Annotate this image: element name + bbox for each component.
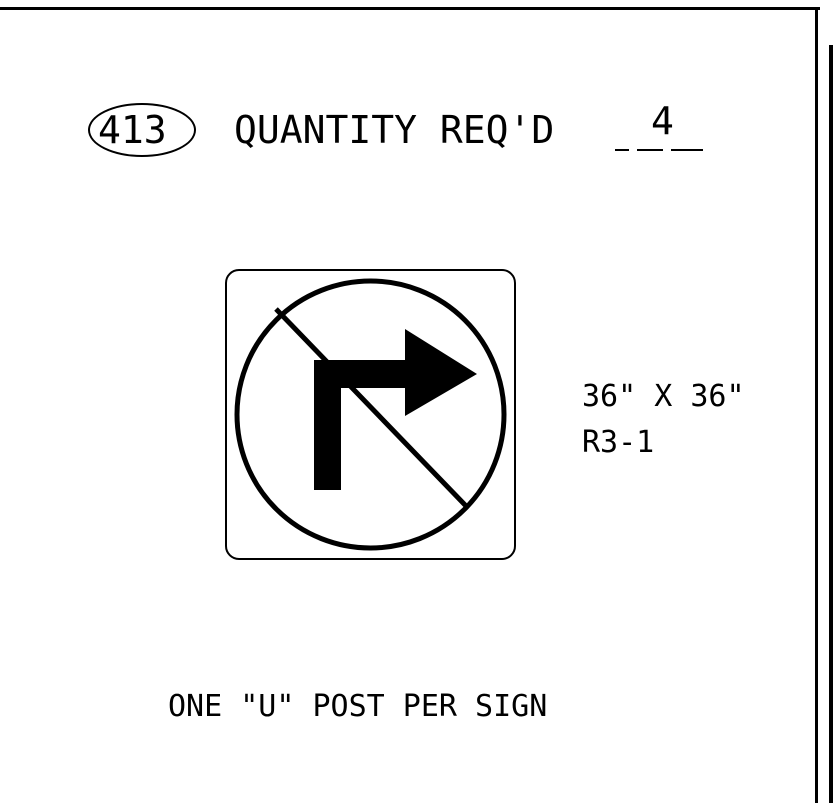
- right-border-line: [815, 7, 818, 803]
- sign-detail-sheet: 413 QUANTITY REQ'D 4 36" X 36" R3-1 ONE …: [0, 0, 837, 803]
- prohibition-circle: [234, 278, 507, 551]
- top-border-line: [0, 7, 820, 10]
- no-right-turn-icon: [234, 278, 507, 551]
- sign-size-label: 36" X 36": [582, 379, 745, 414]
- post-requirement-note: ONE "U" POST PER SIGN: [168, 689, 548, 724]
- item-number: 413: [98, 108, 167, 152]
- prohibition-slash: [274, 307, 469, 509]
- sign-code-label: R3-1: [582, 425, 655, 460]
- quantity-value: 4: [651, 99, 674, 143]
- quantity-blank-line: [671, 149, 703, 151]
- right-edge-line: [829, 45, 833, 803]
- right-turn-arrow: [314, 329, 477, 490]
- quantity-label: QUANTITY REQ'D: [234, 108, 555, 152]
- quantity-blank-line: [615, 149, 629, 151]
- quantity-blank-line: [637, 149, 663, 151]
